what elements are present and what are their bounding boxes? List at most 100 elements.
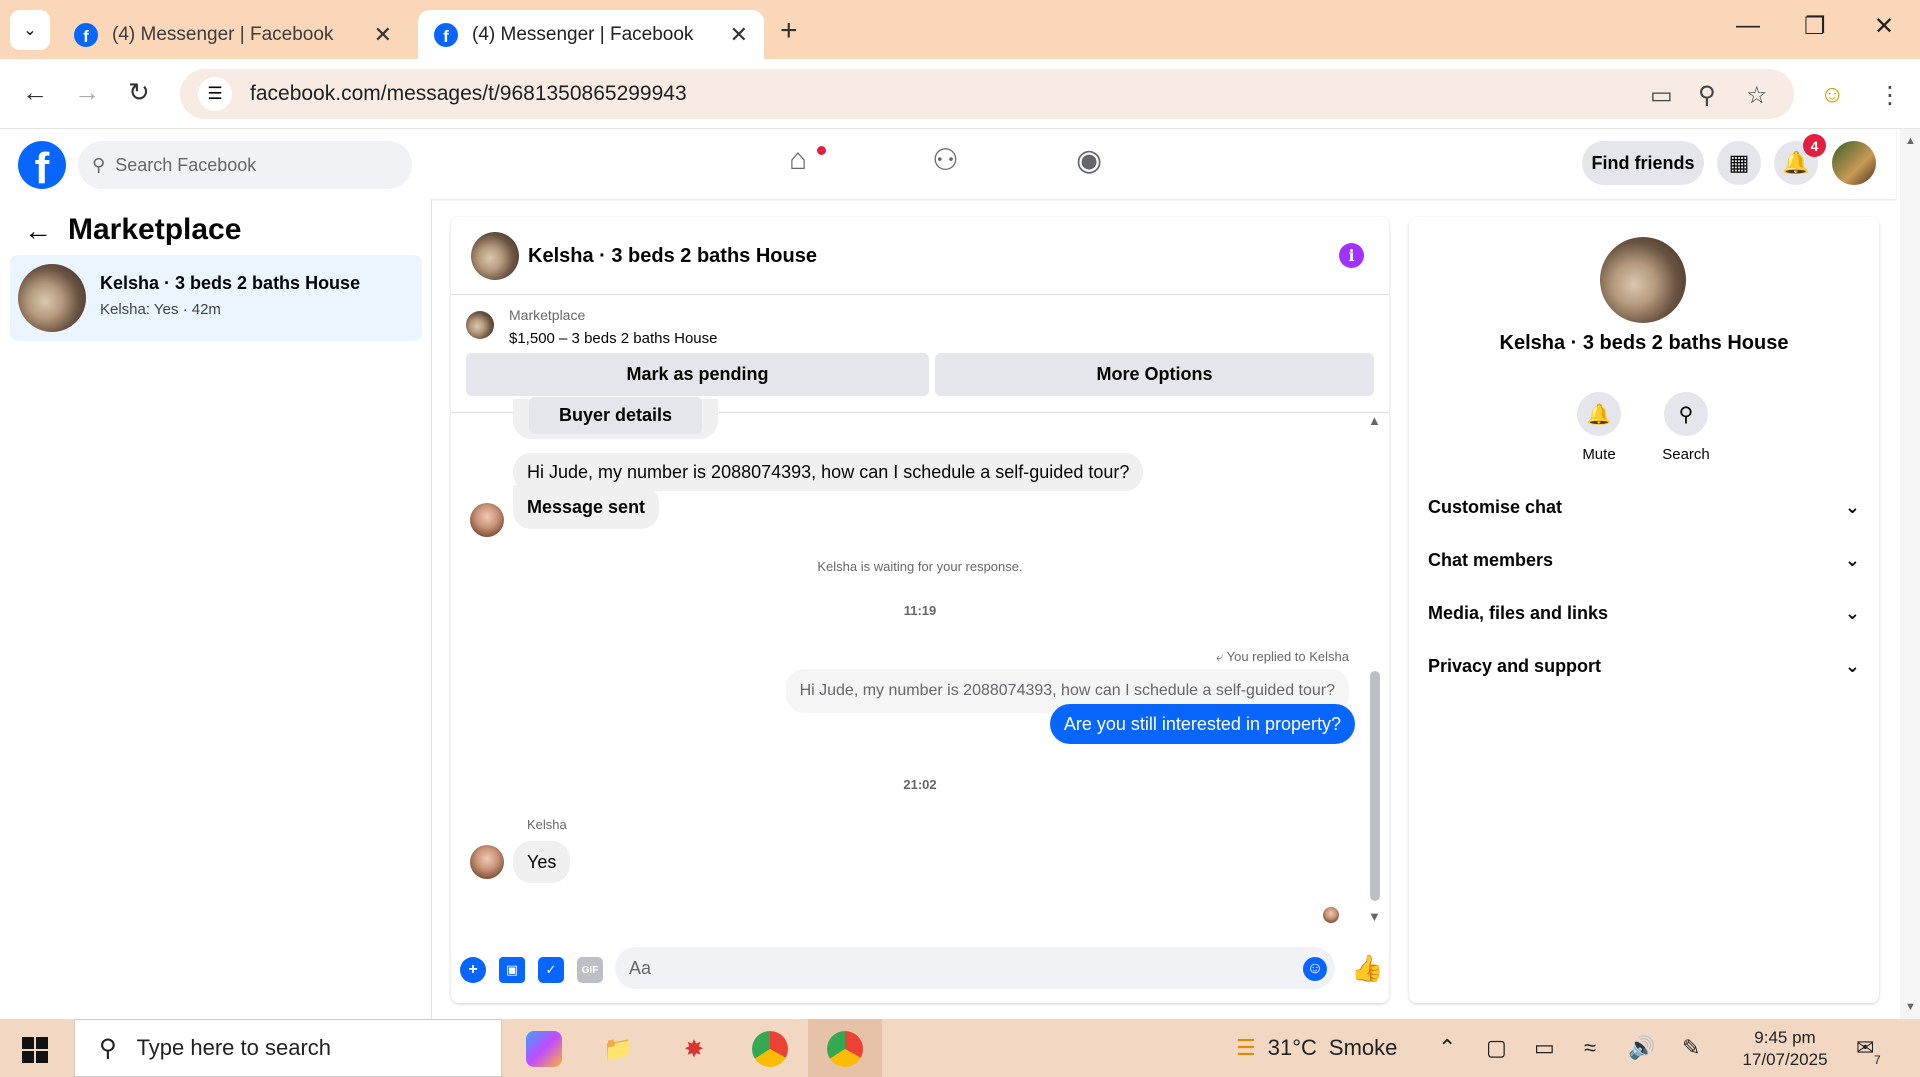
incoming-message[interactable]: Yes	[513, 841, 571, 883]
thumbs-up-icon[interactable]: 👍	[1351, 953, 1383, 984]
chat-panel: Kelsha · 3 beds 2 baths House i Marketpl…	[451, 217, 1389, 1003]
snipping-tool-icon[interactable]: ✸	[676, 1031, 712, 1067]
clock-date: 17/07/2025	[1742, 1050, 1828, 1069]
address-bar[interactable]: ☰ facebook.com/messages/t/96813508652999…	[180, 69, 1794, 119]
friends-icon[interactable]: ⚇	[932, 143, 959, 178]
chat-scrollbar-thumb[interactable]	[1370, 671, 1380, 901]
taskbar-search-input[interactable]: ⚲ Type here to search	[74, 1019, 502, 1077]
timestamp: 21:02	[903, 777, 937, 792]
photo-icon[interactable]: ▣	[499, 957, 525, 983]
sender-avatar[interactable]	[470, 503, 504, 537]
message-input[interactable]: Aa	[615, 947, 1335, 989]
listing-price[interactable]: $1,500 – 3 beds 2 baths House	[509, 330, 718, 347]
chat-avatar[interactable]	[471, 232, 519, 280]
new-tab-button[interactable]: +	[780, 14, 798, 48]
gif-icon[interactable]: GIF	[577, 957, 603, 983]
search-icon: ⚲	[99, 1034, 117, 1062]
section-label: Chat members	[1428, 549, 1554, 570]
find-friends-button[interactable]: Find friends	[1582, 141, 1704, 185]
account-avatar[interactable]	[1832, 141, 1876, 185]
chevron-down-icon: ⌄	[1844, 655, 1860, 676]
info-icon[interactable]: i	[1339, 243, 1364, 268]
mark-as-pending-button[interactable]: Mark as pending	[466, 353, 929, 396]
file-explorer-icon[interactable]: 📁	[600, 1031, 636, 1067]
groups-icon[interactable]: ◉	[1076, 143, 1102, 178]
pen-icon[interactable]: ✎	[1682, 1035, 1700, 1061]
menu-grid-icon[interactable]: ▦	[1717, 141, 1761, 185]
chrome-profile-icon[interactable]	[827, 1031, 863, 1067]
more-options-button[interactable]: More Options	[935, 353, 1374, 396]
url-text: facebook.com/messages/t/9681350865299943	[250, 82, 687, 105]
browser-tab-1[interactable]: f (4) Messenger | Facebook ✕	[58, 10, 408, 59]
zoom-icon[interactable]: ⚲	[1698, 81, 1716, 110]
install-app-icon[interactable]: ▭	[1650, 81, 1673, 110]
search-label: Search	[1662, 446, 1710, 463]
scroll-down-icon[interactable]: ▼	[1368, 909, 1381, 924]
sender-avatar[interactable]	[470, 845, 504, 879]
home-icon[interactable]: ⌂	[789, 143, 807, 177]
scroll-down-icon[interactable]: ▼	[1905, 1001, 1916, 1013]
conversation-preview: Kelsha: Yes · 42m	[100, 301, 221, 318]
search-in-chat-button[interactable]: ⚲ Search	[1646, 392, 1726, 463]
incoming-message[interactable]: Message sent	[513, 485, 660, 529]
customise-chat-row[interactable]: Customise chat ⌄	[1428, 485, 1860, 529]
profile-icon[interactable]: ☺	[1820, 81, 1845, 109]
weather-widget[interactable]: ☰ 31°C Smoke	[1236, 1035, 1397, 1061]
chrome-icon[interactable]	[752, 1031, 788, 1067]
chat-title[interactable]: Kelsha · 3 beds 2 baths House	[528, 245, 817, 268]
copilot-icon[interactable]	[526, 1031, 562, 1067]
close-icon[interactable]: ✕	[374, 22, 392, 48]
facebook-search-input[interactable]: ⚲ Search Facebook	[78, 141, 412, 189]
emoji-icon[interactable]: ☺	[1303, 957, 1327, 981]
sticker-icon[interactable]: ✓	[538, 957, 564, 983]
close-icon[interactable]: ✕	[730, 22, 748, 48]
listing-thumbnail[interactable]	[466, 311, 494, 339]
restore-icon[interactable]: ❐	[1804, 12, 1826, 41]
plus-icon[interactable]: +	[460, 957, 486, 983]
notification-center-icon[interactable]: ✉	[1856, 1035, 1874, 1061]
section-label: Media, files and links	[1428, 602, 1609, 623]
message-placeholder: Aa	[629, 957, 652, 978]
conversation-list-panel: ← Marketplace Kelsha · 3 beds 2 baths Ho…	[0, 199, 432, 1019]
message-list[interactable]: Buyer details Hi Jude, my number is 2088…	[451, 396, 1389, 929]
scroll-up-icon[interactable]: ▲	[1905, 135, 1916, 147]
listing-banner: Marketplace $1,500 – 3 beds 2 baths Hous…	[451, 296, 1389, 413]
weather-desc: Smoke	[1328, 1035, 1398, 1060]
chat-members-row[interactable]: Chat members ⌄	[1428, 538, 1860, 582]
scroll-up-icon[interactable]: ▲	[1368, 413, 1381, 428]
back-arrow-icon[interactable]: ←	[24, 215, 52, 247]
facebook-logo-icon[interactable]: f	[18, 141, 66, 189]
close-window-icon[interactable]: ✕	[1874, 12, 1894, 41]
conversation-item[interactable]: Kelsha · 3 beds 2 baths House Kelsha: Ye…	[10, 255, 422, 341]
bookmark-star-icon[interactable]: ☆	[1746, 81, 1768, 110]
buyer-details-button[interactable]: Buyer details	[529, 396, 703, 434]
battery-icon[interactable]: ▭	[1534, 1035, 1555, 1061]
tab-search-button[interactable]: ⌄	[10, 10, 50, 50]
windows-start-icon[interactable]	[22, 1037, 48, 1063]
mute-button[interactable]: 🔔 Mute	[1559, 392, 1639, 463]
browser-menu-icon[interactable]: ⋮	[1878, 81, 1902, 110]
meet-icon[interactable]: ▢	[1486, 1035, 1507, 1061]
weather-temp: 31°C	[1267, 1035, 1317, 1060]
site-settings-icon[interactable]: ☰	[198, 77, 232, 111]
volume-icon[interactable]: 🔊	[1628, 1035, 1655, 1061]
chat-info-avatar[interactable]	[1600, 237, 1686, 323]
privacy-support-row[interactable]: Privacy and support ⌄	[1428, 644, 1860, 688]
facebook-header: f ⚲ Search Facebook ⌂ ⚇ ◉ Find friends ▦…	[0, 129, 1896, 199]
reply-arrow-icon: ⤶	[1215, 649, 1224, 664]
waiting-notice: Kelsha is waiting for your response.	[817, 559, 1023, 574]
outgoing-message[interactable]: Are you still interested in property?	[1049, 704, 1355, 744]
taskbar-clock[interactable]: 9:45 pm 17/07/2025	[1736, 1027, 1834, 1071]
page-scrollbar[interactable]: ▲ ▼	[1900, 129, 1920, 1019]
reload-icon[interactable]: ↻	[128, 77, 150, 108]
bell-icon: 🔔	[1577, 392, 1621, 436]
tab-title: (4) Messenger | Facebook	[112, 23, 334, 45]
media-files-links-row[interactable]: Media, files and links ⌄	[1428, 591, 1860, 635]
minimize-icon[interactable]: —	[1736, 12, 1760, 40]
back-icon[interactable]: ←	[22, 77, 48, 108]
wifi-icon[interactable]: ≈	[1584, 1035, 1596, 1061]
show-hidden-icons-chevron-up-icon[interactable]: ⌃	[1438, 1035, 1456, 1061]
chat-info-panel: Kelsha · 3 beds 2 baths House 🔔 Mute ⚲ S…	[1409, 217, 1879, 1003]
browser-tab-2[interactable]: f (4) Messenger | Facebook ✕	[418, 10, 764, 59]
forward-icon[interactable]: →	[74, 77, 100, 108]
